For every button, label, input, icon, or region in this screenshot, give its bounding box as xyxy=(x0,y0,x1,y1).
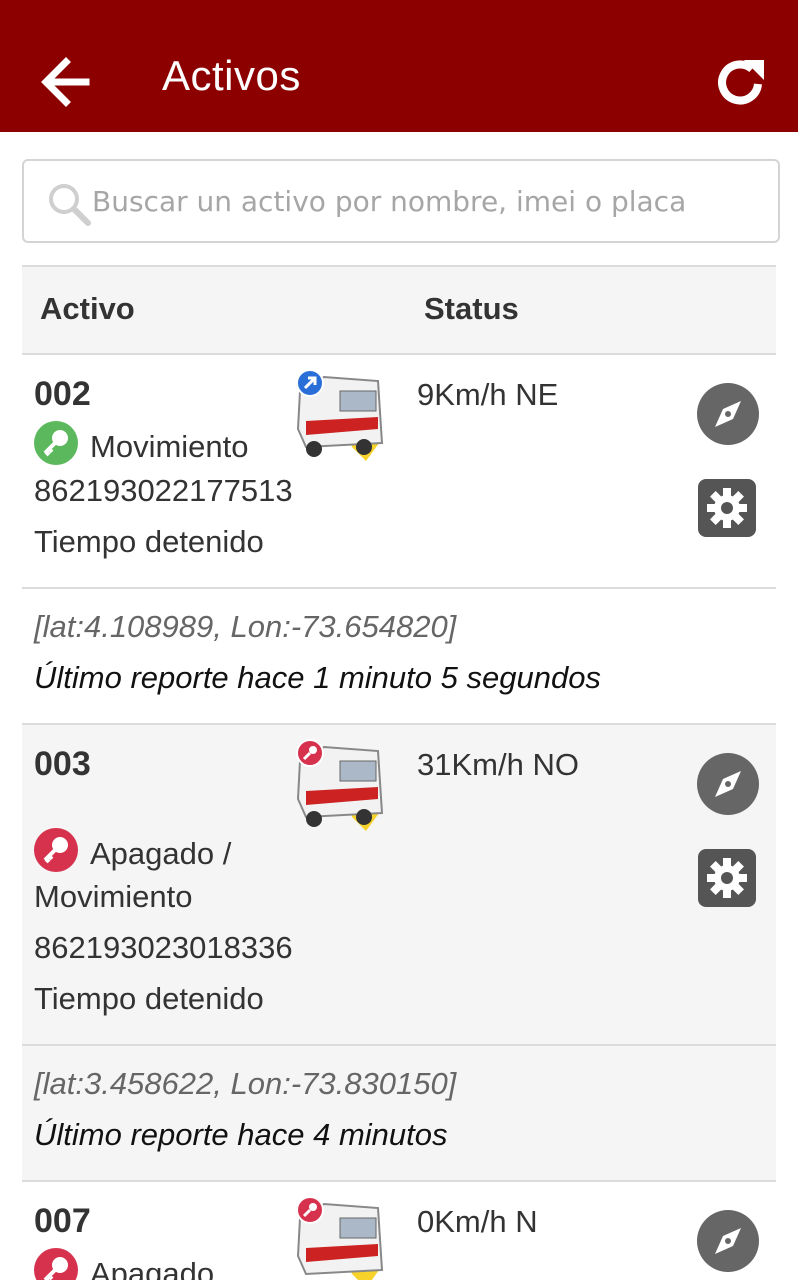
asset-info-row: [lat:3.458622, Lon:-73.830150] Último re… xyxy=(22,1046,776,1182)
key-icon xyxy=(34,828,78,872)
asset-status: 9Km/h NE xyxy=(417,377,559,412)
ambulance-icon xyxy=(294,739,384,831)
table-header: Activo Status xyxy=(22,265,776,355)
asset-state: Apagado / xyxy=(34,828,231,872)
asset-coordinates: [lat:4.108989, Lon:-73.654820] xyxy=(34,609,457,644)
asset-name: 002 xyxy=(34,375,91,413)
column-header-activo: Activo xyxy=(40,291,135,326)
stop-time-label: Tiempo detenido xyxy=(34,524,264,559)
asset-state: Apagado xyxy=(34,1248,214,1280)
page-title: Activos xyxy=(162,52,301,99)
asset-imei: 862193022177513 xyxy=(34,473,293,508)
asset-imei: 862193023018336 xyxy=(34,930,293,965)
asset-coordinates: [lat:3.458622, Lon:-73.830150] xyxy=(34,1066,457,1101)
table-row[interactable]: 003 Apagado / Movimiento 862193023018336… xyxy=(22,725,776,1046)
stop-time-label: Tiempo detenido xyxy=(34,981,264,1016)
gear-icon[interactable] xyxy=(698,849,756,907)
asset-name: 007 xyxy=(34,1202,91,1240)
column-header-status: Status xyxy=(424,291,519,326)
compass-icon[interactable] xyxy=(697,1210,759,1272)
asset-state: Movimiento xyxy=(34,421,249,465)
key-icon xyxy=(34,421,78,465)
table-row[interactable]: 007 Apagado 0Km/h N xyxy=(22,1182,776,1280)
compass-icon[interactable] xyxy=(697,383,759,445)
refresh-icon[interactable] xyxy=(714,56,768,110)
ambulance-icon xyxy=(294,369,384,461)
search-box xyxy=(22,159,780,243)
key-icon xyxy=(34,1248,78,1280)
last-report: Último reporte hace 4 minutos xyxy=(34,1117,448,1152)
search-input[interactable] xyxy=(92,175,762,227)
assets-table: Activo Status 002 Movimiento 86219302217… xyxy=(22,265,776,1280)
asset-name: 003 xyxy=(34,745,91,783)
asset-info-row: [lat:4.108989, Lon:-73.654820] Último re… xyxy=(22,589,776,725)
asset-state-label: Movimiento xyxy=(90,429,249,464)
ambulance-icon xyxy=(294,1196,384,1280)
asset-state-extra: Movimiento xyxy=(34,879,193,914)
asset-status: 31Km/h NO xyxy=(417,747,579,782)
gear-icon[interactable] xyxy=(698,479,756,537)
search-icon xyxy=(46,181,94,229)
compass-icon[interactable] xyxy=(697,753,759,815)
last-report: Último reporte hace 1 minuto 5 segundos xyxy=(34,660,601,695)
arrow-left-icon[interactable] xyxy=(40,56,90,108)
asset-state-label: Apagado xyxy=(90,1256,215,1280)
table-row[interactable]: 002 Movimiento 862193022177513 Tiempo de… xyxy=(22,355,776,589)
asset-status: 0Km/h N xyxy=(417,1204,538,1239)
asset-state-label: Apagado / xyxy=(90,836,232,871)
app-bar: Activos xyxy=(0,0,798,132)
